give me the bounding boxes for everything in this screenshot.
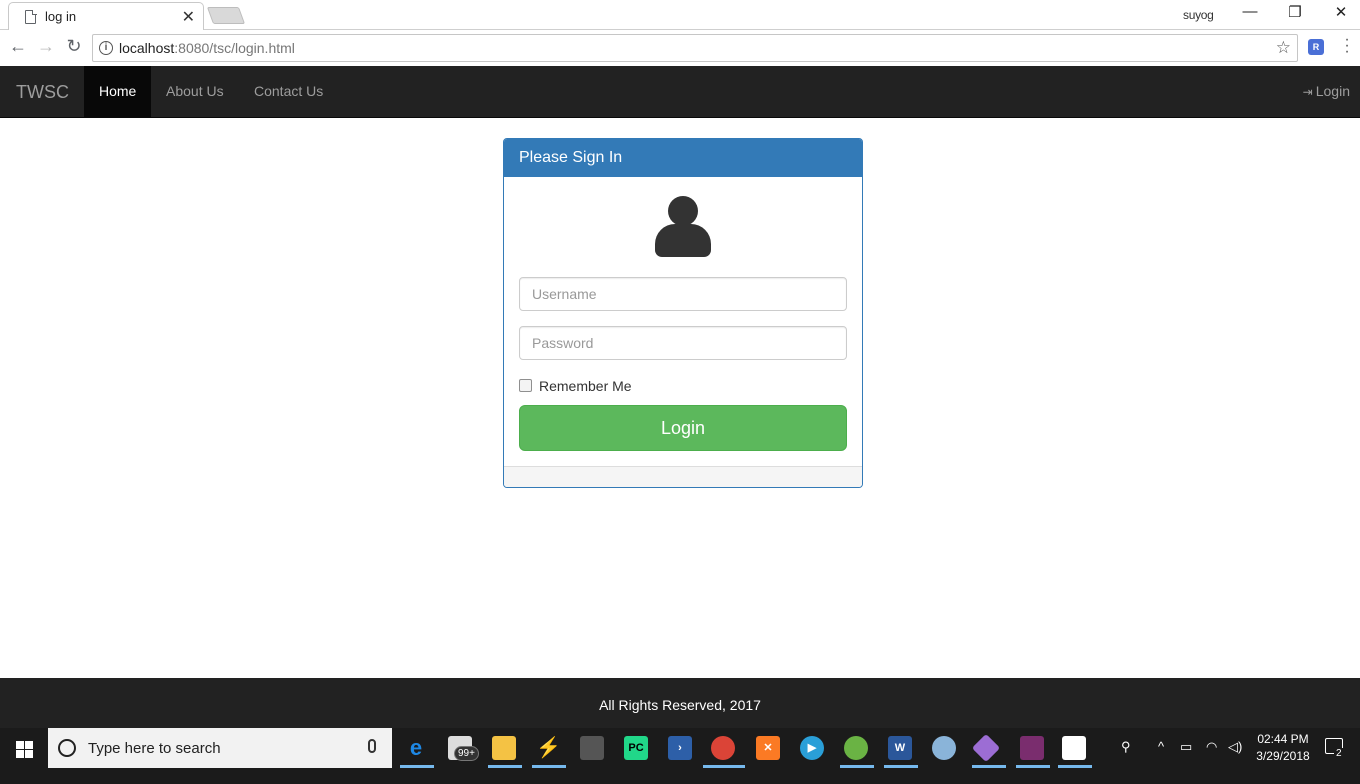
windows-taskbar: Type here to search e 99+ ⚡ PC › ✕ ▶ W ⚲…	[0, 728, 1360, 768]
forward-icon[interactable]: →	[34, 36, 58, 57]
notification-count: 2	[1334, 748, 1344, 759]
paint-icon[interactable]	[932, 736, 956, 760]
game-icon[interactable]	[1020, 736, 1044, 760]
store-icon[interactable]	[1062, 736, 1086, 760]
remember-checkbox[interactable]	[519, 379, 532, 392]
media-player-icon[interactable]: ▶	[800, 736, 824, 760]
page-icon	[25, 9, 37, 24]
browser-tab-strip: log in ✕ suyog — ❐ ✕	[0, 0, 1360, 30]
cortana-icon	[58, 739, 76, 757]
bookmark-star-icon[interactable]: ☆	[1276, 38, 1291, 58]
remember-label[interactable]: Remember Me	[539, 378, 632, 394]
word-icon[interactable]: W	[888, 736, 912, 760]
browser-toolbar: ← → ↻ i localhost:8080/tsc/login.html ☆ …	[0, 31, 1360, 65]
profile-name[interactable]: suyog	[1183, 8, 1214, 22]
file-explorer-icon[interactable]	[492, 736, 516, 760]
notepad-icon[interactable]	[580, 736, 604, 760]
browser-tab[interactable]: log in ✕	[8, 2, 204, 30]
taskbar-clock[interactable]: 02:44 PM 3/29/2018	[1248, 731, 1318, 765]
screen-bottom-edge	[0, 768, 1360, 784]
people-icon[interactable]: ⚲	[1121, 739, 1131, 755]
site-info-icon[interactable]: i	[99, 41, 113, 55]
address-bar[interactable]: i localhost:8080/tsc/login.html ☆	[92, 34, 1298, 62]
window-close-icon[interactable]: ✕	[1318, 3, 1360, 21]
minimize-icon[interactable]: —	[1227, 3, 1273, 20]
panel-heading: Please Sign In	[504, 139, 862, 177]
android-studio-icon[interactable]	[844, 736, 868, 760]
restore-icon[interactable]: ❐	[1272, 3, 1318, 21]
new-tab-button[interactable]	[206, 7, 246, 24]
volume-icon[interactable]: ◁)	[1228, 739, 1242, 755]
user-icon	[655, 196, 711, 257]
taskbar-search[interactable]: Type here to search	[48, 728, 392, 768]
reload-icon[interactable]: ↻	[62, 36, 86, 57]
powershell-icon[interactable]: ›	[668, 736, 692, 760]
lightning-app-icon[interactable]: ⚡	[536, 736, 561, 760]
back-icon[interactable]: ←	[6, 36, 30, 57]
git-icon[interactable]	[971, 733, 1001, 763]
wifi-icon[interactable]: ◠	[1206, 739, 1217, 755]
pycharm-icon[interactable]: PC	[624, 736, 648, 760]
login-panel: Please Sign In Remember Me Login	[503, 138, 863, 488]
taskbar-search-text: Type here to search	[88, 740, 221, 757]
tab-title: log in	[45, 9, 77, 24]
start-button[interactable]	[0, 728, 48, 768]
edge-icon[interactable]: e	[404, 736, 428, 760]
url-host: localhost	[119, 40, 175, 56]
url-text[interactable]: localhost:8080/tsc/login.html	[119, 40, 295, 56]
nav-about-link[interactable]: About Us	[151, 66, 239, 117]
mail-badge: 99+	[454, 746, 479, 761]
extension-icon[interactable]: R	[1308, 39, 1324, 55]
password-input[interactable]	[519, 326, 847, 360]
show-hidden-icons[interactable]: ^	[1158, 739, 1164, 754]
page-footer: All Rights Reserved, 2017	[0, 678, 1360, 728]
nav-contact-link[interactable]: Contact Us	[239, 66, 338, 117]
nav-home-link[interactable]: Home	[84, 66, 152, 117]
browser-menu-icon[interactable]: · · ·	[1340, 32, 1354, 60]
username-input[interactable]	[519, 277, 847, 311]
xampp-icon[interactable]: ✕	[756, 736, 780, 760]
navbar-brand[interactable]: TWSC	[16, 82, 69, 103]
nav-login-link[interactable]: ⇥ Login	[1303, 66, 1350, 117]
battery-icon[interactable]: ▭	[1180, 739, 1192, 755]
site-navbar: TWSC Home About Us Contact Us ⇥ Login	[0, 66, 1360, 118]
panel-footer	[504, 466, 862, 487]
chrome-icon[interactable]	[711, 736, 735, 760]
url-path: :8080/tsc/login.html	[174, 40, 295, 56]
clock-time: 02:44 PM	[1257, 732, 1309, 746]
sign-in-icon: ⇥	[1302, 85, 1313, 99]
clock-date: 3/29/2018	[1256, 749, 1310, 763]
login-button[interactable]: Login	[519, 405, 847, 451]
microphone-icon[interactable]	[368, 739, 376, 753]
nav-login-label: Login	[1315, 83, 1350, 99]
tab-close-icon[interactable]: ✕	[182, 7, 195, 27]
